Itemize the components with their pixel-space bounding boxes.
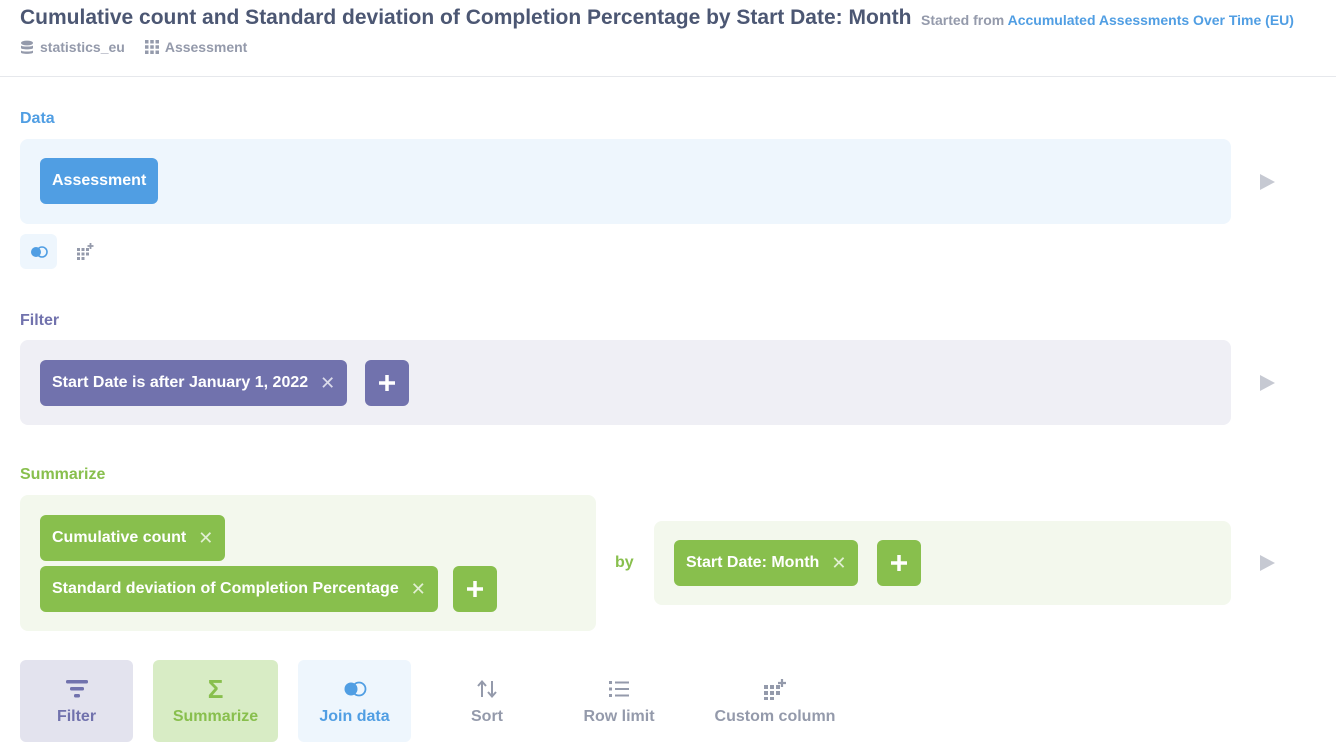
list-icon	[609, 681, 629, 697]
metric-pill-label: Cumulative count	[52, 529, 187, 546]
data-table-pill[interactable]: Assessment	[40, 158, 159, 204]
close-icon[interactable]: ✕	[198, 529, 213, 547]
summarize-section-label: Summarize	[20, 466, 106, 483]
metric-pill-cumulative-count[interactable]: Cumulative count ✕	[40, 515, 226, 561]
header: Cumulative count and Standard deviation …	[0, 0, 1336, 77]
started-from-link[interactable]: Accumulated Assessments Over Time (EU)	[1008, 12, 1294, 28]
metric-pill-stddev[interactable]: Standard deviation of Completion Percent…	[40, 566, 438, 612]
add-metric-button[interactable]	[453, 566, 497, 612]
filter-preview-play-icon[interactable]	[1260, 375, 1275, 391]
page-title: Cumulative count and Standard deviation …	[20, 6, 912, 29]
breakout-pill-label: Start Date: Month	[686, 554, 820, 571]
close-icon[interactable]: ✕	[831, 554, 846, 572]
custom-column-icon	[77, 243, 94, 260]
add-filter-button[interactable]	[365, 360, 409, 406]
breakout-pill[interactable]: Start Date: Month ✕	[674, 540, 859, 586]
join-icon	[344, 681, 366, 697]
join-action-label: Join data	[319, 708, 390, 725]
breadcrumb-database[interactable]: statistics_eu	[20, 39, 125, 55]
filter-section-label: Filter	[20, 312, 60, 329]
data-section-label: Data	[20, 110, 55, 127]
filter-icon	[65, 680, 88, 698]
sort-action-label: Sort	[471, 708, 503, 725]
row-limit-action-label: Row limit	[583, 708, 655, 725]
filter-pill[interactable]: Start Date is after January 1, 2022 ✕	[40, 360, 348, 406]
custom-column-action-button[interactable]: Custom column	[705, 660, 845, 742]
plus-icon	[891, 555, 907, 571]
custom-column-action-label: Custom column	[714, 708, 836, 725]
sigma-icon: Σ	[207, 673, 224, 704]
filter-action-button[interactable]: Filter	[20, 660, 133, 742]
started-from-prefix: Started from	[921, 12, 1005, 28]
by-label: by	[615, 554, 634, 571]
custom-column-icon	[764, 679, 786, 700]
row-limit-action-button[interactable]: Row limit	[569, 660, 669, 742]
add-breakout-button[interactable]	[877, 540, 921, 586]
sort-icon	[477, 679, 497, 699]
breadcrumb: statistics_eu Assessment	[20, 39, 267, 55]
database-icon	[21, 40, 33, 54]
started-from: Started from Accumulated Assessments Ove…	[921, 12, 1294, 28]
breadcrumb-table[interactable]: Assessment	[144, 39, 248, 55]
close-icon[interactable]: ✕	[411, 580, 426, 598]
filter-pill-label: Start Date is after January 1, 2022	[52, 374, 309, 391]
summarize-preview-play-icon[interactable]	[1260, 555, 1275, 571]
close-icon[interactable]: ✕	[320, 374, 335, 392]
filter-action-label: Filter	[56, 708, 97, 725]
table-grid-icon	[144, 40, 159, 54]
join-action-button[interactable]: Join data	[298, 660, 411, 742]
data-preview-play-icon[interactable]	[1260, 174, 1275, 190]
sort-action-button[interactable]: Sort	[445, 660, 529, 742]
join-shortcut-button[interactable]	[20, 234, 57, 269]
summarize-action-button[interactable]: Σ Summarize	[153, 660, 278, 742]
breadcrumb-table-label: Assessment	[164, 39, 248, 55]
plus-icon	[379, 375, 395, 391]
custom-column-shortcut-button[interactable]	[75, 242, 95, 262]
metric-pill-label: Standard deviation of Completion Percent…	[52, 580, 399, 597]
summarize-action-label: Summarize	[172, 708, 259, 725]
breadcrumb-database-label: statistics_eu	[40, 39, 125, 55]
data-step-box	[20, 139, 1231, 224]
data-table-label: Assessment	[52, 172, 147, 189]
join-icon	[30, 245, 48, 258]
plus-icon	[467, 581, 483, 597]
